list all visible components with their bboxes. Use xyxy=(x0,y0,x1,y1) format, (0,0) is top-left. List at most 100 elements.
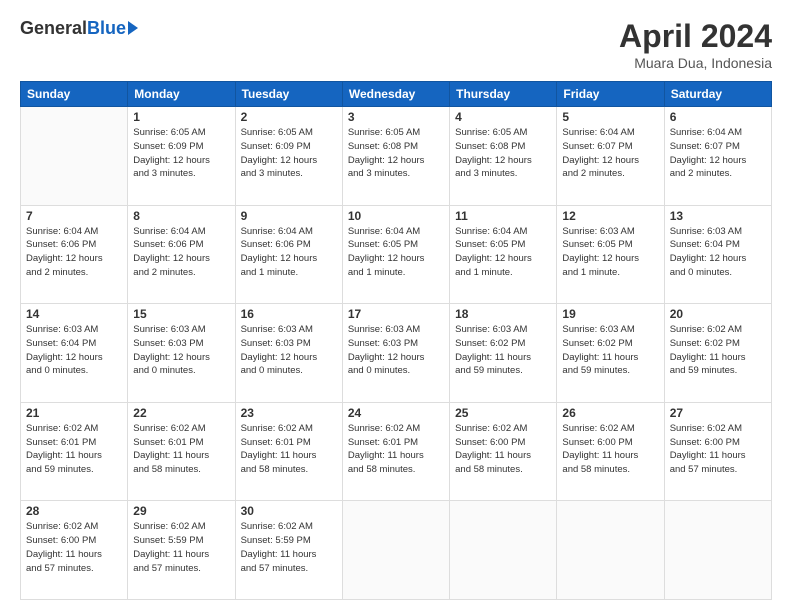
calendar-cell: 17Sunrise: 6:03 AM Sunset: 6:03 PM Dayli… xyxy=(342,304,449,403)
calendar-cell: 6 Sunrise: 6:04 AM Sunset: 6:07 PM Daylig… xyxy=(664,107,771,206)
day-number: 12 xyxy=(562,209,658,223)
calendar-cell: 9Sunrise: 6:04 AM Sunset: 6:06 PM Daylig… xyxy=(235,205,342,304)
calendar-cell: 18 Sunrise: 6:03 AM Sunset: 6:02 PM Dayli… xyxy=(450,304,557,403)
day-info: Sunrise: 6:05 AM Sunset: 6:09 PM Dayligh… xyxy=(133,126,229,181)
day-number: 20 xyxy=(670,307,766,321)
day-number: 22 xyxy=(133,406,229,420)
day-number: 27 xyxy=(670,406,766,420)
calendar-cell: 22 Sunrise: 6:02 AM Sunset: 6:01 PM Dayli… xyxy=(128,402,235,501)
logo-blue: Blue xyxy=(87,18,126,39)
day-number: 9 xyxy=(241,209,337,223)
title-block: April 2024 Muara Dua, Indonesia xyxy=(619,18,772,71)
calendar-cell: 8 Sunrise: 6:04 AM Sunset: 6:06 PM Daylig… xyxy=(128,205,235,304)
header-saturday: Saturday xyxy=(664,82,771,107)
day-number: 11 xyxy=(455,209,551,223)
day-number: 6 xyxy=(670,110,766,124)
day-info: Sunrise: 6:02 AM Sunset: 6:00 PM Dayligh… xyxy=(26,520,122,575)
calendar-cell: 7 Sunrise: 6:04 AM Sunset: 6:06 PM Daylig… xyxy=(21,205,128,304)
day-info: Sunrise: 6:04 AM Sunset: 6:05 PM Dayligh… xyxy=(348,225,444,280)
day-info: Sunrise: 6:03 AM Sunset: 6:03 PM Dayligh… xyxy=(133,323,229,378)
day-number: 17 xyxy=(348,307,444,321)
calendar-cell: 13 Sunrise: 6:03 AM Sunset: 6:04 PM Dayli… xyxy=(664,205,771,304)
calendar-cell: 29Sunrise: 6:02 AM Sunset: 5:59 PM Dayli… xyxy=(128,501,235,600)
day-number: 10 xyxy=(348,209,444,223)
logo-arrow-icon xyxy=(128,21,138,35)
day-info: Sunrise: 6:02 AM Sunset: 6:02 PM Dayligh… xyxy=(670,323,766,378)
day-info: Sunrise: 6:02 AM Sunset: 6:00 PM Dayligh… xyxy=(455,422,551,477)
day-info: Sunrise: 6:03 AM Sunset: 6:02 PM Dayligh… xyxy=(562,323,658,378)
day-info: Sunrise: 6:04 AM Sunset: 6:07 PM Dayligh… xyxy=(562,126,658,181)
day-info: Sunrise: 6:02 AM Sunset: 5:59 PM Dayligh… xyxy=(241,520,337,575)
calendar-week-row-1: 1 Sunrise: 6:05 AM Sunset: 6:09 PM Daylig… xyxy=(21,107,772,206)
day-info: Sunrise: 6:05 AM Sunset: 6:09 PM Dayligh… xyxy=(241,126,337,181)
calendar-cell: 21 Sunrise: 6:02 AM Sunset: 6:01 PM Dayli… xyxy=(21,402,128,501)
header-thursday: Thursday xyxy=(450,82,557,107)
calendar-cell: 14 Sunrise: 6:03 AM Sunset: 6:04 PM Dayli… xyxy=(21,304,128,403)
day-info: Sunrise: 6:03 AM Sunset: 6:02 PM Dayligh… xyxy=(455,323,551,378)
calendar-week-row-3: 14 Sunrise: 6:03 AM Sunset: 6:04 PM Dayli… xyxy=(21,304,772,403)
day-number: 13 xyxy=(670,209,766,223)
day-number: 29 xyxy=(133,504,229,518)
logo-general: General xyxy=(20,18,87,39)
calendar-cell: 16 Sunrise: 6:03 AM Sunset: 6:03 PM Dayli… xyxy=(235,304,342,403)
day-info: Sunrise: 6:05 AM Sunset: 6:08 PM Dayligh… xyxy=(455,126,551,181)
day-number: 1 xyxy=(133,110,229,124)
calendar-table: Sunday Monday Tuesday Wednesday Thursday… xyxy=(20,81,772,600)
calendar-cell xyxy=(21,107,128,206)
day-number: 24 xyxy=(348,406,444,420)
day-number: 30 xyxy=(241,504,337,518)
day-number: 7 xyxy=(26,209,122,223)
calendar-cell: 26 Sunrise: 6:02 AM Sunset: 6:00 PM Dayli… xyxy=(557,402,664,501)
main-title: April 2024 xyxy=(619,18,772,55)
day-number: 15 xyxy=(133,307,229,321)
header-tuesday: Tuesday xyxy=(235,82,342,107)
day-number: 23 xyxy=(241,406,337,420)
day-info: Sunrise: 6:03 AM Sunset: 6:04 PM Dayligh… xyxy=(26,323,122,378)
header-monday: Monday xyxy=(128,82,235,107)
calendar-cell: 20 Sunrise: 6:02 AM Sunset: 6:02 PM Dayli… xyxy=(664,304,771,403)
calendar-header-row: Sunday Monday Tuesday Wednesday Thursday… xyxy=(21,82,772,107)
calendar-cell: 5Sunrise: 6:04 AM Sunset: 6:07 PM Daylig… xyxy=(557,107,664,206)
day-number: 18 xyxy=(455,307,551,321)
calendar-cell xyxy=(450,501,557,600)
day-number: 14 xyxy=(26,307,122,321)
day-number: 26 xyxy=(562,406,658,420)
day-number: 25 xyxy=(455,406,551,420)
day-info: Sunrise: 6:04 AM Sunset: 6:06 PM Dayligh… xyxy=(133,225,229,280)
day-info: Sunrise: 6:02 AM Sunset: 6:01 PM Dayligh… xyxy=(133,422,229,477)
day-info: Sunrise: 6:03 AM Sunset: 6:03 PM Dayligh… xyxy=(241,323,337,378)
page: General Blue April 2024 Muara Dua, Indon… xyxy=(0,0,792,612)
header-wednesday: Wednesday xyxy=(342,82,449,107)
calendar-cell: 11 Sunrise: 6:04 AM Sunset: 6:05 PM Dayli… xyxy=(450,205,557,304)
day-info: Sunrise: 6:04 AM Sunset: 6:06 PM Dayligh… xyxy=(26,225,122,280)
calendar-cell: 12 Sunrise: 6:03 AM Sunset: 6:05 PM Dayli… xyxy=(557,205,664,304)
day-info: Sunrise: 6:02 AM Sunset: 6:00 PM Dayligh… xyxy=(562,422,658,477)
day-number: 19 xyxy=(562,307,658,321)
calendar-cell: 27 Sunrise: 6:02 AM Sunset: 6:00 PM Dayli… xyxy=(664,402,771,501)
day-info: Sunrise: 6:02 AM Sunset: 6:01 PM Dayligh… xyxy=(241,422,337,477)
day-number: 8 xyxy=(133,209,229,223)
day-number: 2 xyxy=(241,110,337,124)
day-info: Sunrise: 6:02 AM Sunset: 6:01 PM Dayligh… xyxy=(26,422,122,477)
calendar-cell: 2 Sunrise: 6:05 AM Sunset: 6:09 PM Daylig… xyxy=(235,107,342,206)
calendar-cell: 30 Sunrise: 6:02 AM Sunset: 5:59 PM Dayli… xyxy=(235,501,342,600)
logo-text: General Blue xyxy=(20,18,138,39)
day-number: 21 xyxy=(26,406,122,420)
calendar-cell: 23 Sunrise: 6:02 AM Sunset: 6:01 PM Dayli… xyxy=(235,402,342,501)
logo: General Blue xyxy=(20,18,138,39)
day-info: Sunrise: 6:02 AM Sunset: 6:00 PM Dayligh… xyxy=(670,422,766,477)
day-number: 4 xyxy=(455,110,551,124)
day-number: 3 xyxy=(348,110,444,124)
calendar-week-row-2: 7 Sunrise: 6:04 AM Sunset: 6:06 PM Daylig… xyxy=(21,205,772,304)
day-info: Sunrise: 6:03 AM Sunset: 6:04 PM Dayligh… xyxy=(670,225,766,280)
calendar-cell: 4 Sunrise: 6:05 AM Sunset: 6:08 PM Daylig… xyxy=(450,107,557,206)
day-info: Sunrise: 6:04 AM Sunset: 6:07 PM Dayligh… xyxy=(670,126,766,181)
day-info: Sunrise: 6:03 AM Sunset: 6:05 PM Dayligh… xyxy=(562,225,658,280)
day-number: 16 xyxy=(241,307,337,321)
day-info: Sunrise: 6:02 AM Sunset: 6:01 PM Dayligh… xyxy=(348,422,444,477)
calendar-cell: 1 Sunrise: 6:05 AM Sunset: 6:09 PM Daylig… xyxy=(128,107,235,206)
calendar-cell: 25 Sunrise: 6:02 AM Sunset: 6:00 PM Dayli… xyxy=(450,402,557,501)
day-info: Sunrise: 6:05 AM Sunset: 6:08 PM Dayligh… xyxy=(348,126,444,181)
calendar-week-row-4: 21 Sunrise: 6:02 AM Sunset: 6:01 PM Dayli… xyxy=(21,402,772,501)
day-info: Sunrise: 6:04 AM Sunset: 6:05 PM Dayligh… xyxy=(455,225,551,280)
